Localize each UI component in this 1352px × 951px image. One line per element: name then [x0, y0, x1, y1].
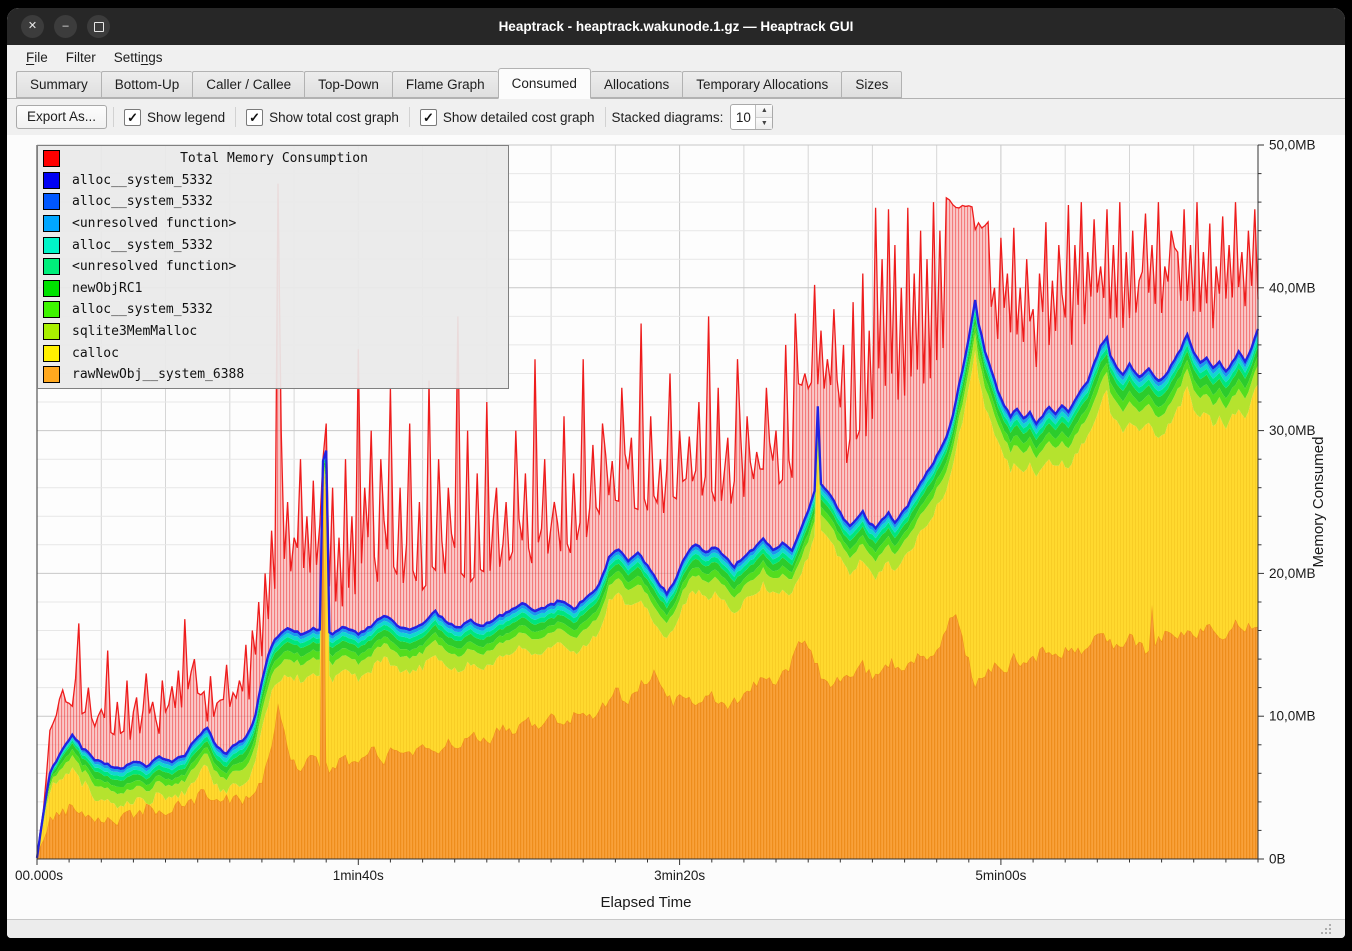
legend-swatch — [43, 258, 60, 275]
legend-label: <unresolved function> — [72, 216, 236, 231]
tab-bottom-up[interactable]: Bottom-Up — [101, 71, 193, 98]
y-tick-label: 50,0MB — [1269, 138, 1316, 153]
minimize-icon: – — [62, 21, 68, 32]
legend-label: alloc__system_5332 — [72, 194, 213, 209]
status-bar — [7, 919, 1345, 938]
checkbox-box[interactable]: ✓ — [246, 109, 263, 126]
legend-title-row: Total Memory Consumption — [38, 148, 508, 170]
tab-flame-graph[interactable]: Flame Graph — [392, 71, 498, 98]
x-tick-label: 5min00s — [975, 868, 1026, 883]
checkbox-label: Show total cost graph — [269, 110, 399, 125]
y-tick-label: 40,0MB — [1269, 280, 1316, 295]
legend-item: alloc__system_5332 — [38, 170, 508, 192]
tab-allocations[interactable]: Allocations — [591, 71, 682, 98]
toolbar-separator — [113, 107, 114, 127]
spin-up-icon[interactable]: ▲ — [756, 105, 772, 118]
close-button[interactable]: ✕ — [21, 15, 44, 38]
legend-swatch — [43, 193, 60, 210]
title-bar[interactable]: ✕ – Heaptrack - heaptrack.wakunode.1.gz … — [7, 8, 1345, 45]
x-tick-label: 1min40s — [333, 868, 384, 883]
minimize-button[interactable]: – — [54, 15, 77, 38]
stacked-diagrams-label: Stacked diagrams: — [612, 110, 724, 125]
desktop: { "window": { "title": "Heaptrack - heap… — [0, 0, 1352, 951]
toolbar-separator — [235, 107, 236, 127]
menu-filter[interactable]: Filter — [57, 48, 105, 67]
tab-sizes[interactable]: Sizes — [841, 71, 902, 98]
consumed-chart-panel: 00.000s 1min40s 3min20s 5min00s 0B 10,0MB 20,0… — [7, 135, 1345, 919]
tab-bar: SummaryBottom-UpCaller / CalleeTop-DownF… — [7, 69, 1345, 99]
window-controls: ✕ – — [21, 15, 110, 38]
legend-label: calloc — [72, 346, 119, 361]
legend-label: sqlite3MemMalloc — [72, 324, 197, 339]
legend-label: <unresolved function> — [72, 259, 236, 274]
y-axis-title: Memory Consumed — [1310, 437, 1327, 568]
legend-label: alloc__system_5332 — [72, 302, 213, 317]
legend-item: sqlite3MemMalloc — [38, 321, 508, 343]
maximize-button[interactable] — [87, 15, 110, 38]
checkbox-box[interactable]: ✓ — [124, 109, 141, 126]
legend-item: alloc__system_5332 — [38, 234, 508, 256]
x-tick-label: 3min20s — [654, 868, 705, 883]
legend-item: calloc — [38, 342, 508, 364]
spin-down-icon[interactable]: ▼ — [756, 118, 772, 130]
legend-item: alloc__system_5332 — [38, 299, 508, 321]
y-tick-label: 10,0MB — [1269, 709, 1316, 724]
legend-item: rawNewObj__system_6388 — [38, 364, 508, 386]
legend-swatch — [43, 280, 60, 297]
legend-item: alloc__system_5332 — [38, 191, 508, 213]
x-axis-title: Elapsed Time — [601, 894, 692, 911]
legend-label: alloc__system_5332 — [72, 238, 213, 253]
checkbox-label: Show detailed cost graph — [443, 110, 595, 125]
close-icon: ✕ — [28, 21, 37, 32]
app-window: ✕ – Heaptrack - heaptrack.wakunode.1.gz … — [7, 8, 1345, 938]
checkbox-label: Show legend — [147, 110, 225, 125]
tab-temporary-allocations[interactable]: Temporary Allocations — [682, 71, 841, 98]
legend-label: rawNewObj__system_6388 — [72, 367, 244, 382]
legend-swatch — [43, 345, 60, 362]
legend-swatch — [43, 323, 60, 340]
legend-item: <unresolved function> — [38, 213, 508, 235]
stacked-diagrams-spinner[interactable]: 10 ▲ ▼ — [730, 104, 773, 130]
spinner-value: 10 — [731, 105, 755, 129]
checkbox-show-total-cost-graph[interactable]: ✓ Show total cost graph — [242, 109, 403, 126]
tab-consumed[interactable]: Consumed — [498, 68, 591, 99]
export-as-button[interactable]: Export As... — [16, 105, 107, 129]
y-tick-label: 0B — [1269, 852, 1286, 867]
spinner-arrows: ▲ ▼ — [755, 105, 772, 129]
y-tick-label: 30,0MB — [1269, 423, 1316, 438]
toolbar: Export As... ✓ Show legend ✓ Show total cos… — [7, 99, 1345, 135]
window-title: Heaptrack - heaptrack.wakunode.1.gz — He… — [7, 19, 1345, 34]
menu-bar: FileFilterSettings — [7, 45, 1345, 69]
x-tick-label: 00.000s — [15, 868, 63, 883]
y-tick-label: 20,0MB — [1269, 566, 1316, 581]
tab-caller-callee[interactable]: Caller / Callee — [192, 71, 304, 98]
checkbox-show-detailed-cost-graph[interactable]: ✓ Show detailed cost graph — [416, 109, 599, 126]
toolbar-separator — [409, 107, 410, 127]
legend-item: <unresolved function> — [38, 256, 508, 278]
tab-summary[interactable]: Summary — [16, 71, 101, 98]
resize-grip-icon[interactable] — [1329, 924, 1331, 926]
checkbox-box[interactable]: ✓ — [420, 109, 437, 126]
legend-swatch — [43, 366, 60, 383]
menu-settings[interactable]: Settings — [105, 48, 172, 67]
legend-item: newObjRC1 — [38, 278, 508, 300]
chart-legend: Total Memory Consumption alloc__system_53… — [37, 145, 509, 389]
legend-swatch — [43, 237, 60, 254]
legend-swatch — [43, 301, 60, 318]
legend-label: newObjRC1 — [72, 281, 142, 296]
toolbar-separator — [605, 107, 606, 127]
legend-title: Total Memory Consumption — [45, 151, 503, 166]
menu-file[interactable]: File — [17, 48, 57, 67]
legend-swatch — [43, 215, 60, 232]
legend-swatch — [43, 172, 60, 189]
legend-label: alloc__system_5332 — [72, 173, 213, 188]
maximize-icon — [94, 22, 104, 32]
tab-top-down[interactable]: Top-Down — [304, 71, 392, 98]
checkbox-show-legend[interactable]: ✓ Show legend — [120, 109, 229, 126]
